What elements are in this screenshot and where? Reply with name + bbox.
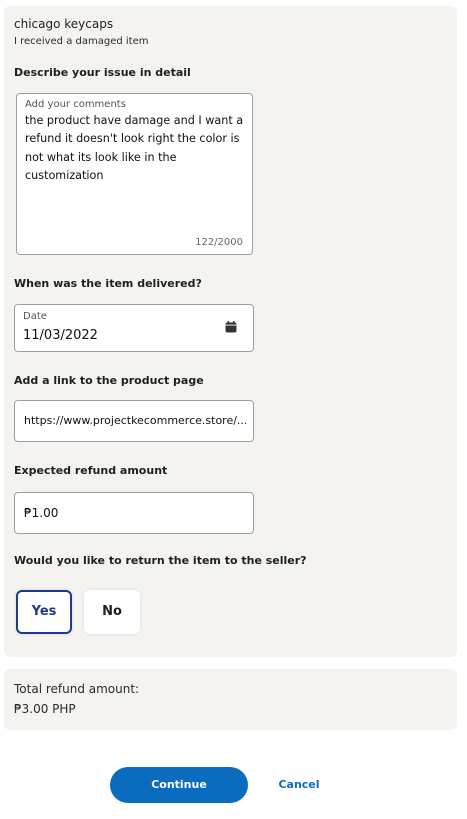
total-refund-label: Total refund amount:	[14, 682, 140, 696]
refund-amount-input[interactable]: ₱1.00	[14, 492, 254, 534]
character-counter: 122/2000	[195, 237, 243, 248]
issue-text[interactable]: the product have damage and I want a ref…	[25, 112, 247, 186]
product-link-label: Add a link to the product page	[14, 374, 204, 387]
delivery-label: When was the item delivered?	[14, 277, 202, 290]
merchant-name: chicago keycaps	[14, 17, 114, 31]
return-yes-option[interactable]: Yes	[16, 590, 72, 634]
issue-textarea[interactable]: Add your comments the product have damag…	[16, 93, 253, 255]
refund-amount-value[interactable]: ₱1.00	[24, 506, 58, 520]
total-refund-value: ₱3.00 PHP	[14, 702, 76, 716]
calendar-icon[interactable]	[225, 321, 237, 333]
issue-label: Describe your issue in detail	[14, 66, 191, 79]
product-link-input[interactable]: https://www.projectkecommerce.store/...	[14, 400, 254, 442]
dispute-reason: I received a damaged item	[14, 36, 149, 47]
issue-placeholder: Add your comments	[25, 99, 126, 110]
product-link-value[interactable]: https://www.projectkecommerce.store/...	[24, 414, 246, 427]
continue-button[interactable]: Continue	[110, 767, 248, 803]
date-value[interactable]: 11/03/2022	[23, 328, 98, 343]
refund-summary-panel: Total refund amount: ₱3.00 PHP	[4, 669, 457, 730]
return-item-label: Would you like to return the item to the…	[14, 554, 307, 567]
delivery-date-field[interactable]: Date 11/03/2022	[14, 304, 254, 352]
date-field-label: Date	[23, 311, 47, 322]
return-no-option[interactable]: No	[84, 590, 140, 634]
cancel-button[interactable]: Cancel	[268, 767, 330, 803]
refund-amount-label: Expected refund amount	[14, 464, 168, 477]
